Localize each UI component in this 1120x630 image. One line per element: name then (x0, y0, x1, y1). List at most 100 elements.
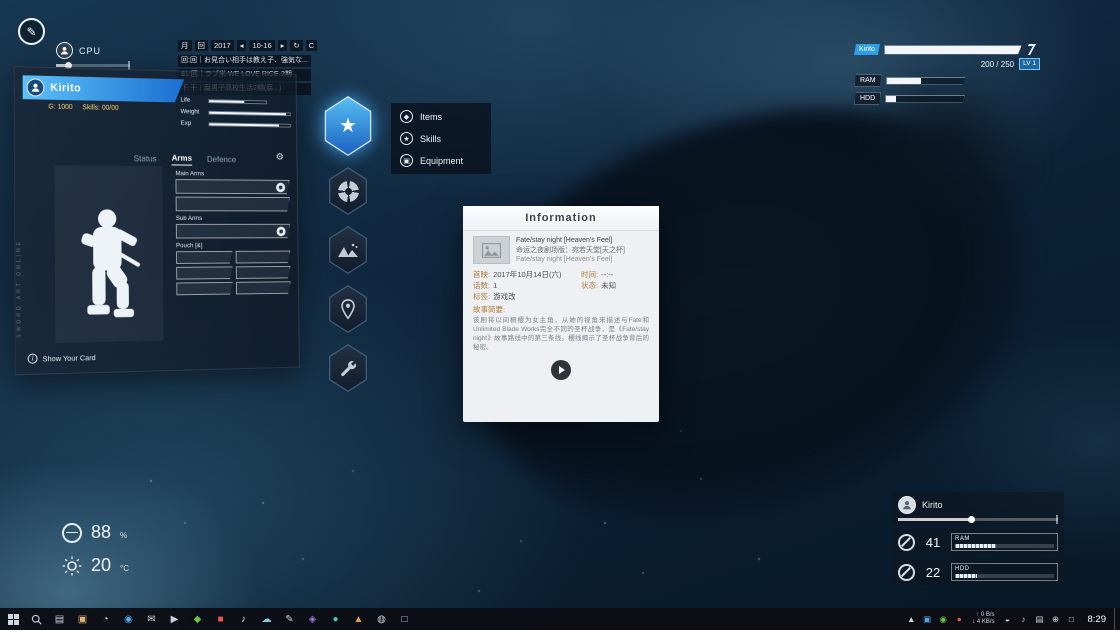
date-token[interactable]: 回 (195, 40, 209, 51)
taskbar-app-icon[interactable]: ■ (209, 608, 232, 630)
taskbar-app-icon[interactable]: ▶ (163, 608, 186, 630)
info-icon: i (28, 353, 38, 363)
logo-glyph: ✎ (26, 25, 36, 39)
taskbar-app-icon[interactable]: ◔ (94, 608, 117, 630)
taskbar-app-icon[interactable]: ◈ (301, 608, 324, 630)
taskbar-clock[interactable]: 8:29 (1081, 614, 1114, 625)
monitor-user-name: Kirito (922, 500, 943, 510)
time-value: --:-- (601, 269, 613, 280)
exp-bar (209, 122, 291, 127)
network-speed-meter: ↑ 0 B/s ↓ 4 KB/s (968, 612, 998, 626)
taskbar-app-icon[interactable]: ◍ (370, 608, 393, 630)
menu-tools-button[interactable] (326, 344, 370, 392)
monitor-slider[interactable] (898, 518, 1058, 521)
pouch-slot[interactable] (235, 251, 290, 264)
date-token[interactable]: 月 (178, 40, 192, 51)
tray-icon[interactable]: ▤ (1032, 608, 1048, 630)
sun-icon (62, 556, 82, 576)
title-alt: Fate/stay night [Heaven's Feel] (516, 255, 625, 265)
pouch-slot[interactable] (176, 266, 233, 279)
taskbar-app-icon[interactable]: ▣ (71, 608, 94, 630)
date-token[interactable]: ◂ (237, 40, 247, 51)
schedule-line[interactable]: 回:回｜お見合い相手は教え子、強気な... (178, 55, 311, 67)
wallpaper-particles (0, 0, 2, 2)
tray-icon[interactable]: ● (951, 608, 967, 630)
status-label: 状态: (581, 280, 598, 291)
date-token[interactable]: ▸ (278, 40, 288, 51)
hp-system-widget: Kirito 200 / 250 LV 1 RAM HDD (854, 44, 1066, 110)
synopsis-text: 该剧将以间桐樱为女主角，从她的视角来描述与Fate和Unlimited Blad… (473, 316, 649, 353)
tray-icon[interactable]: ▣ (919, 608, 935, 630)
taskbar-app-icon[interactable]: ▲ (347, 608, 370, 630)
character-avatar-icon[interactable] (27, 78, 45, 96)
search-button[interactable] (25, 608, 48, 630)
tray-icon[interactable]: ♪ (1016, 608, 1032, 630)
tray-icon[interactable]: ▲ (903, 608, 919, 630)
hdd-meter: HDD (951, 563, 1058, 581)
taskbar-app-icon[interactable]: ✎ (278, 608, 301, 630)
tray-icon[interactable]: ◉ (935, 608, 951, 630)
tab-defence[interactable]: Defence (207, 154, 236, 166)
submenu-skills[interactable]: ★ Skills (400, 132, 482, 145)
date-token[interactable]: 2017 (211, 40, 234, 51)
start-button[interactable] (2, 608, 25, 630)
tab-arms[interactable]: Arms (172, 153, 192, 166)
main-arms-slot-2[interactable] (176, 197, 290, 212)
taskbar-app-icon[interactable]: ● (324, 608, 347, 630)
launcher-logo-icon[interactable]: ✎ (18, 18, 45, 45)
menu-main-button[interactable]: ★ (321, 96, 375, 156)
card-tabs: Status Arms Defence (134, 152, 237, 166)
play-button[interactable] (551, 360, 571, 380)
menu-map-button[interactable] (326, 226, 370, 274)
tab-status[interactable]: Status (134, 153, 157, 165)
title-lines: Fate/stay night [Heaven's Feel] 命运之夜剧场版：… (516, 236, 625, 265)
desktop: ✎ CPU 月回2017◂10-16▸↻C 回:回｜お見合い相手は教え子、強気な… (0, 0, 1120, 630)
humidity-value: 88 (91, 522, 111, 543)
submenu-items[interactable]: ◆ Items (400, 110, 482, 123)
main-arms-slot-1[interactable] (175, 179, 289, 194)
weapon-icon (276, 183, 285, 193)
date-token[interactable]: C (306, 40, 317, 51)
user-avatar-icon[interactable] (56, 42, 73, 59)
menu-skills-button[interactable] (326, 167, 370, 215)
episodes-label: 话数: (473, 280, 490, 291)
date-token[interactable]: ↻ (290, 40, 302, 51)
card-settings-gear-icon[interactable]: ⚙ (276, 152, 284, 163)
weight-bar (208, 110, 290, 115)
time-label: 时间: (581, 269, 598, 280)
taskbar-app-icon[interactable]: ♪ (232, 608, 255, 630)
menu-location-button[interactable] (326, 285, 370, 333)
date-bar[interactable]: 月回2017◂10-16 ▸↻ C (178, 40, 317, 51)
episodes-value: 1 (493, 280, 497, 291)
taskbar-app-icon[interactable]: ▤ (48, 608, 71, 630)
tray-icon[interactable]: ◒ (1000, 608, 1016, 630)
pouch-slot[interactable] (176, 251, 232, 264)
tags-label: 标签: (473, 291, 490, 302)
pouch-slot[interactable] (176, 282, 233, 295)
monitor-avatar-icon[interactable] (898, 496, 916, 514)
sub-arms-label: Sub Arms (176, 215, 290, 222)
date-token[interactable]: 10-16 (249, 40, 274, 51)
pouch-grid (176, 251, 291, 296)
ram-bar (886, 77, 966, 85)
ram-meter-label: RAM (955, 536, 1054, 542)
taskbar: ▤▣◔◉✉▶◆■♪☁✎◈●▲◍□ ▲▣◉● ↑ 0 B/s ↓ 4 KB/s ◒… (0, 608, 1120, 630)
taskbar-app-icon[interactable]: □ (393, 608, 416, 630)
taskbar-app-icon[interactable]: ☁ (255, 608, 278, 630)
level-badge: LV 1 (1019, 58, 1040, 70)
sub-arms-slot-1[interactable] (176, 224, 290, 239)
stat-label: Exp (181, 120, 205, 127)
gold-value: G: 1000 (48, 104, 72, 111)
tray-icon[interactable]: ⊕ (1048, 608, 1064, 630)
pouch-slot[interactable] (235, 281, 290, 294)
main-arms-label: Main Arms (175, 170, 289, 178)
taskbar-app-icon[interactable]: ◆ (186, 608, 209, 630)
net-download: ↓ 4 KB/s (972, 619, 994, 626)
show-your-card[interactable]: i Show Your Card (28, 352, 96, 364)
taskbar-app-icon[interactable]: ◉ (117, 608, 140, 630)
submenu-equipment[interactable]: ▣ Equipment (400, 154, 482, 167)
pouch-slot[interactable] (235, 266, 290, 279)
tray-icon[interactable]: □ (1064, 608, 1080, 630)
show-desktop-button[interactable] (1114, 608, 1118, 630)
taskbar-app-icon[interactable]: ✉ (140, 608, 163, 630)
